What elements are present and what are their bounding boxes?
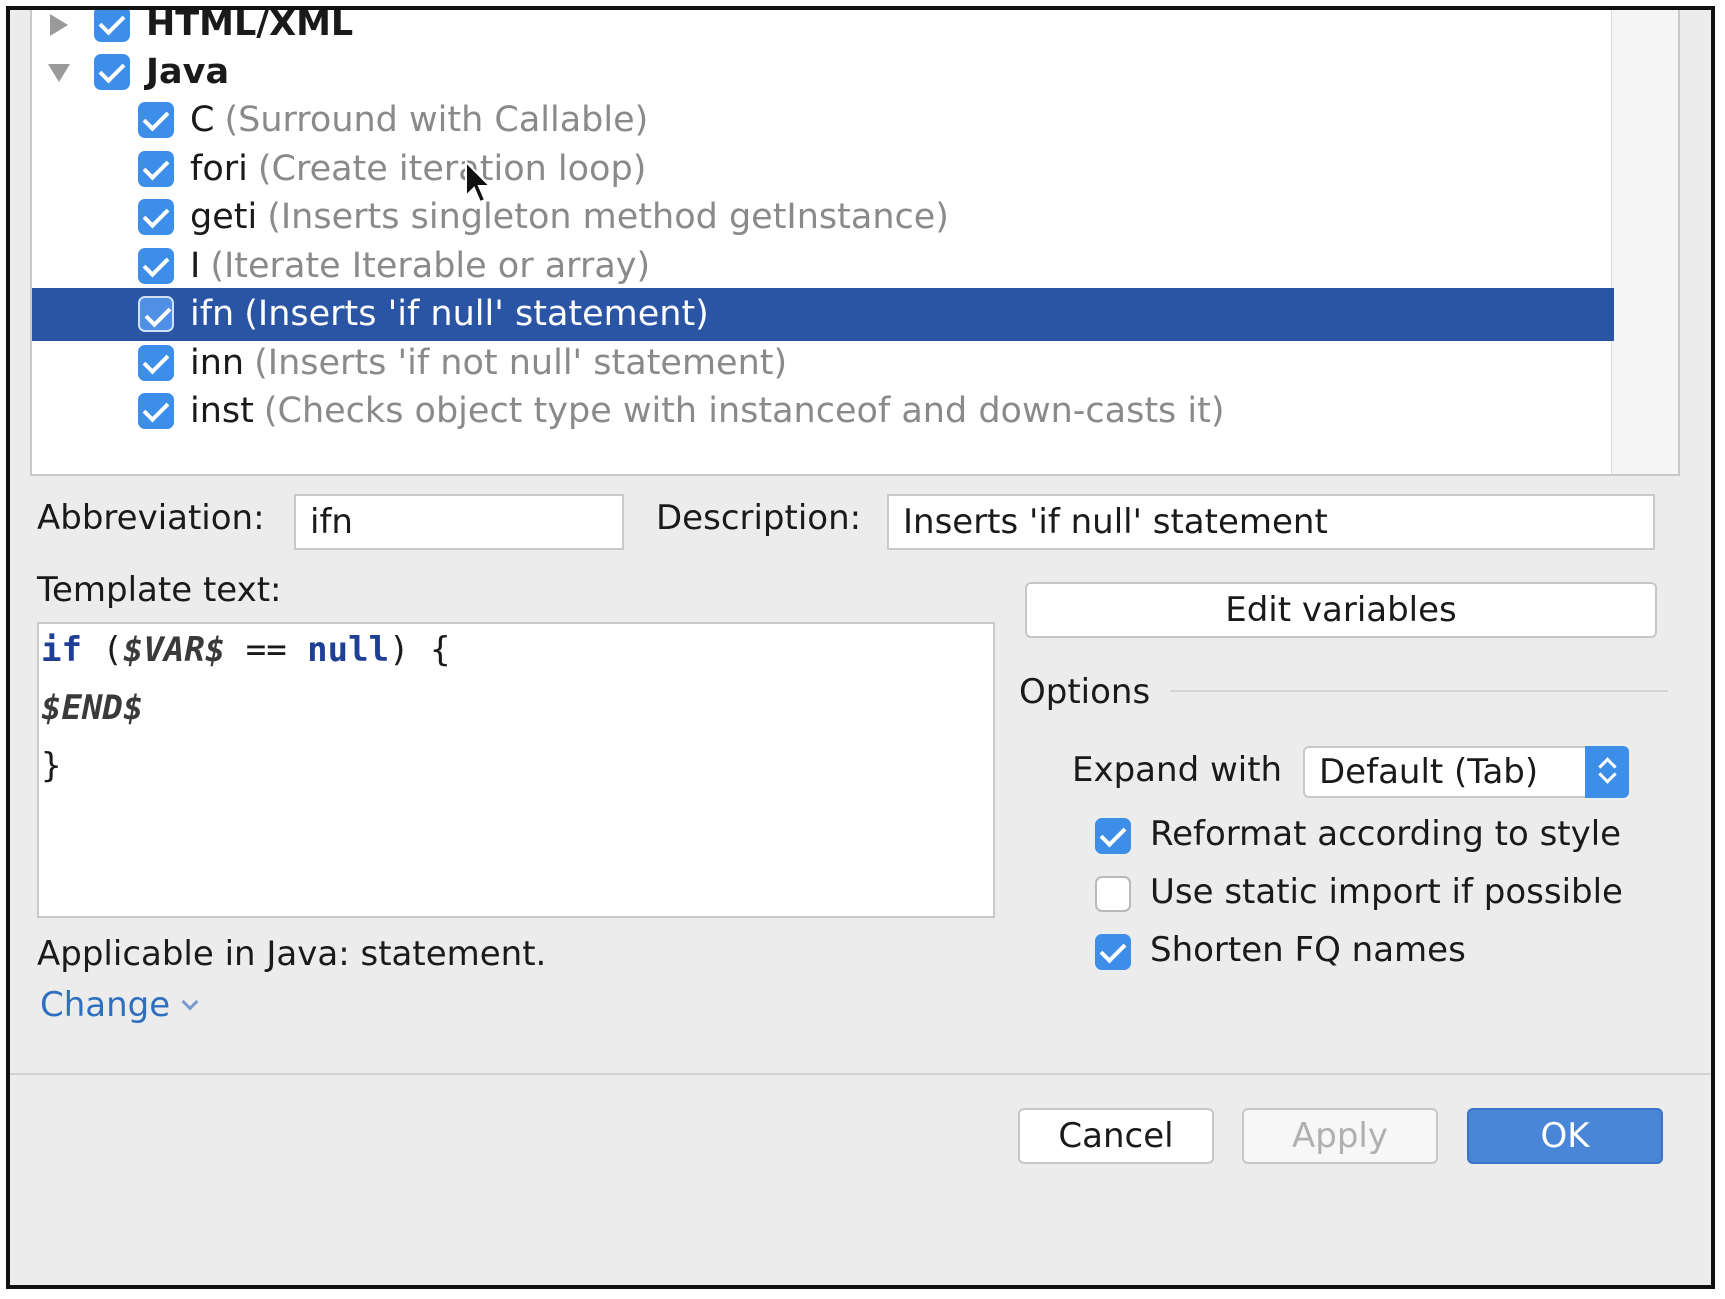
item-abbreviation: C: [190, 100, 215, 140]
item-abbreviation: inn: [190, 343, 245, 383]
code-line-2: $END$: [41, 688, 144, 728]
template-item-fori[interactable]: fori (Create iteration loop): [32, 143, 1614, 196]
template-item-i[interactable]: I (Iterate Iterable or array): [32, 240, 1614, 293]
expand-with-select[interactable]: Default (Tab): [1303, 746, 1629, 798]
expand-with-label: Expand with: [1072, 750, 1283, 790]
change-link-label: Change: [40, 985, 171, 1025]
description-label: Description:: [656, 498, 862, 538]
item-checkbox[interactable]: [138, 393, 174, 429]
item-abbreviation: I: [190, 246, 201, 286]
item-description: (Checks object type with instanceof and …: [263, 391, 1225, 431]
group-label: Java: [146, 52, 230, 92]
change-context-link[interactable]: Change: [40, 985, 199, 1025]
tree-group-java[interactable]: Java: [32, 46, 1614, 99]
shorten-fq-checkbox[interactable]: [1095, 934, 1131, 970]
item-description: (Inserts 'if not null' statement): [254, 343, 788, 383]
mouse-pointer-icon: [465, 160, 492, 204]
cancel-button[interactable]: Cancel: [1018, 1108, 1214, 1164]
template-item-geti[interactable]: geti (Inserts singleton method getInstanc…: [32, 191, 1614, 244]
item-checkbox[interactable]: [138, 151, 174, 187]
description-input[interactable]: Inserts 'if null' statement: [887, 494, 1655, 550]
code-line-1: if ($VAR$ == null) {: [41, 630, 451, 670]
item-checkbox[interactable]: [138, 296, 174, 332]
group-label: HTML/XML: [146, 10, 354, 44]
item-description: (Inserts singleton method getInstance): [267, 197, 949, 237]
options-divider: [1170, 690, 1668, 692]
select-arrows-icon[interactable]: [1585, 746, 1629, 798]
reformat-label: Reformat according to style: [1150, 814, 1622, 854]
applicable-contexts-text: Applicable in Java: statement.: [37, 934, 547, 974]
template-item-ifn[interactable]: ifn (Inserts 'if null' statement): [32, 288, 1614, 341]
tree-group-html-xml[interactable]: HTML/XML: [32, 10, 1614, 51]
item-description: (Create iteration loop): [257, 149, 647, 189]
chevron-down-icon: [181, 993, 199, 1011]
item-description: (Inserts 'if null' statement): [244, 294, 709, 334]
tree-scrollbar[interactable]: [1611, 10, 1678, 474]
group-checkbox[interactable]: [94, 10, 130, 42]
code-line-3: }: [41, 746, 62, 786]
item-checkbox[interactable]: [138, 102, 174, 138]
item-checkbox[interactable]: [138, 248, 174, 284]
footer-divider: [10, 1073, 1711, 1075]
item-abbreviation: inst: [190, 391, 254, 431]
template-text-editor[interactable]: if ($VAR$ == null) { $END$ }: [37, 622, 995, 918]
abbreviation-label: Abbreviation:: [37, 498, 265, 538]
template-text-label: Template text:: [37, 570, 282, 610]
item-abbreviation: geti: [190, 197, 258, 237]
ok-button[interactable]: OK: [1467, 1108, 1663, 1164]
item-checkbox[interactable]: [138, 345, 174, 381]
collapse-arrow-icon[interactable]: [48, 64, 70, 82]
shorten-fq-label: Shorten FQ names: [1150, 930, 1466, 970]
item-description: (Iterate Iterable or array): [210, 246, 651, 286]
template-item-inn[interactable]: inn (Inserts 'if not null' statement): [32, 337, 1614, 390]
template-item-c[interactable]: C (Surround with Callable): [32, 94, 1614, 147]
item-checkbox[interactable]: [138, 199, 174, 235]
item-description: (Surround with Callable): [224, 100, 649, 140]
reformat-checkbox[interactable]: [1095, 818, 1131, 854]
item-abbreviation: ifn: [190, 294, 235, 334]
static-import-label: Use static import if possible: [1150, 872, 1623, 912]
group-checkbox[interactable]: [94, 54, 130, 90]
expand-arrow-icon[interactable]: [50, 14, 68, 36]
live-templates-dialog: HTML/XML Java C (Surround with Callable) …: [6, 6, 1715, 1289]
template-tree: HTML/XML Java C (Surround with Callable) …: [30, 10, 1680, 476]
edit-variables-button[interactable]: Edit variables: [1025, 582, 1657, 638]
item-abbreviation: fori: [190, 149, 248, 189]
abbreviation-input[interactable]: ifn: [294, 494, 624, 550]
template-item-inst[interactable]: inst (Checks object type with instanceof …: [32, 385, 1614, 438]
expand-with-value: Default (Tab): [1319, 752, 1539, 792]
options-section-title: Options: [1019, 672, 1151, 712]
static-import-checkbox[interactable]: [1095, 876, 1131, 912]
apply-button[interactable]: Apply: [1242, 1108, 1438, 1164]
